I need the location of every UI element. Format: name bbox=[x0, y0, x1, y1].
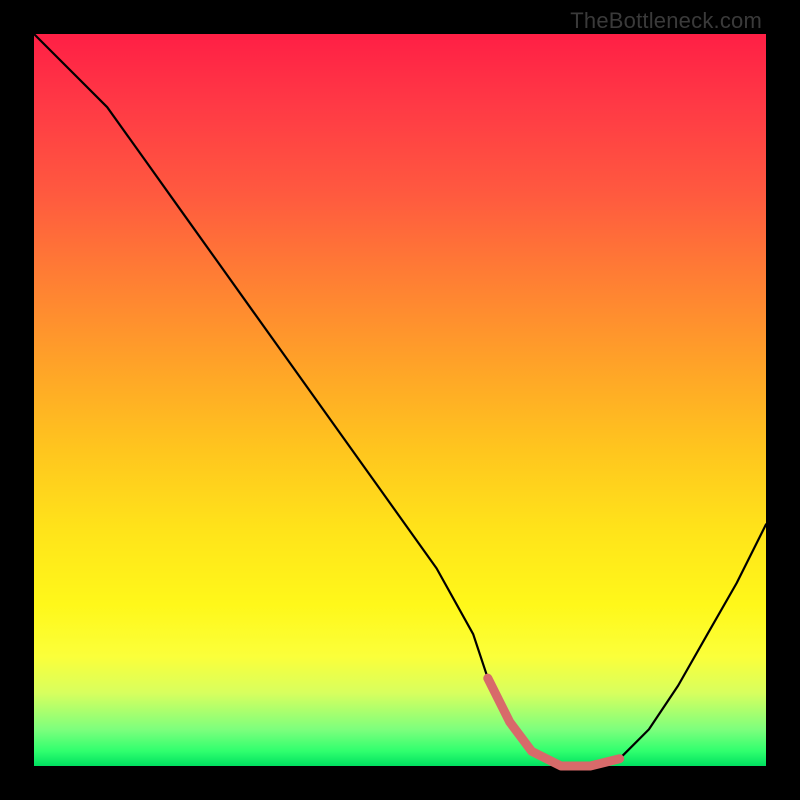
chart-frame: TheBottleneck.com bbox=[0, 0, 800, 800]
highlight-segment bbox=[488, 678, 620, 766]
watermark-text: TheBottleneck.com bbox=[570, 8, 762, 34]
plot-area bbox=[34, 34, 766, 766]
bottleneck-curve bbox=[34, 34, 766, 766]
chart-svg bbox=[34, 34, 766, 766]
